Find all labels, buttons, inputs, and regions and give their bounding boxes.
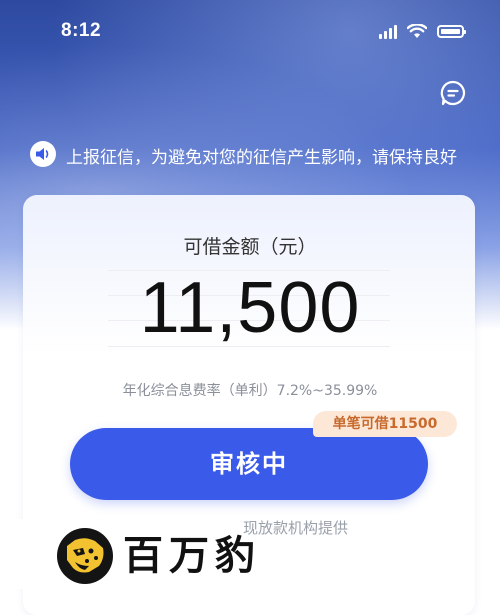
interest-rate-text: 年化综合息费率（单利）7.2%~35.99%	[122, 383, 378, 399]
battery-icon	[437, 25, 466, 38]
brand-name: 百万豹	[123, 532, 261, 579]
message-icon[interactable]	[440, 80, 466, 106]
status-icons	[379, 24, 466, 39]
notice-text: 上报征信，为避免对您的征信产生影响，请保持良好	[66, 148, 457, 168]
loan-amount: 11,500	[139, 268, 361, 348]
amount-label: 可借金额（元）	[183, 236, 317, 258]
wifi-icon	[407, 24, 427, 38]
status-bar: 8:12	[0, 0, 500, 62]
speaker-icon	[30, 141, 56, 167]
status-time: 8:12	[61, 20, 102, 41]
leopard-logo-icon	[57, 528, 113, 584]
cellular-signal-icon	[379, 24, 397, 39]
single-limit-badge: 单笔可借11500	[313, 411, 457, 437]
under-review-button[interactable]: 审核中	[70, 428, 428, 500]
notice-marquee: 上报征信，为避免对您的征信产生影响，请保持良好	[30, 139, 490, 169]
